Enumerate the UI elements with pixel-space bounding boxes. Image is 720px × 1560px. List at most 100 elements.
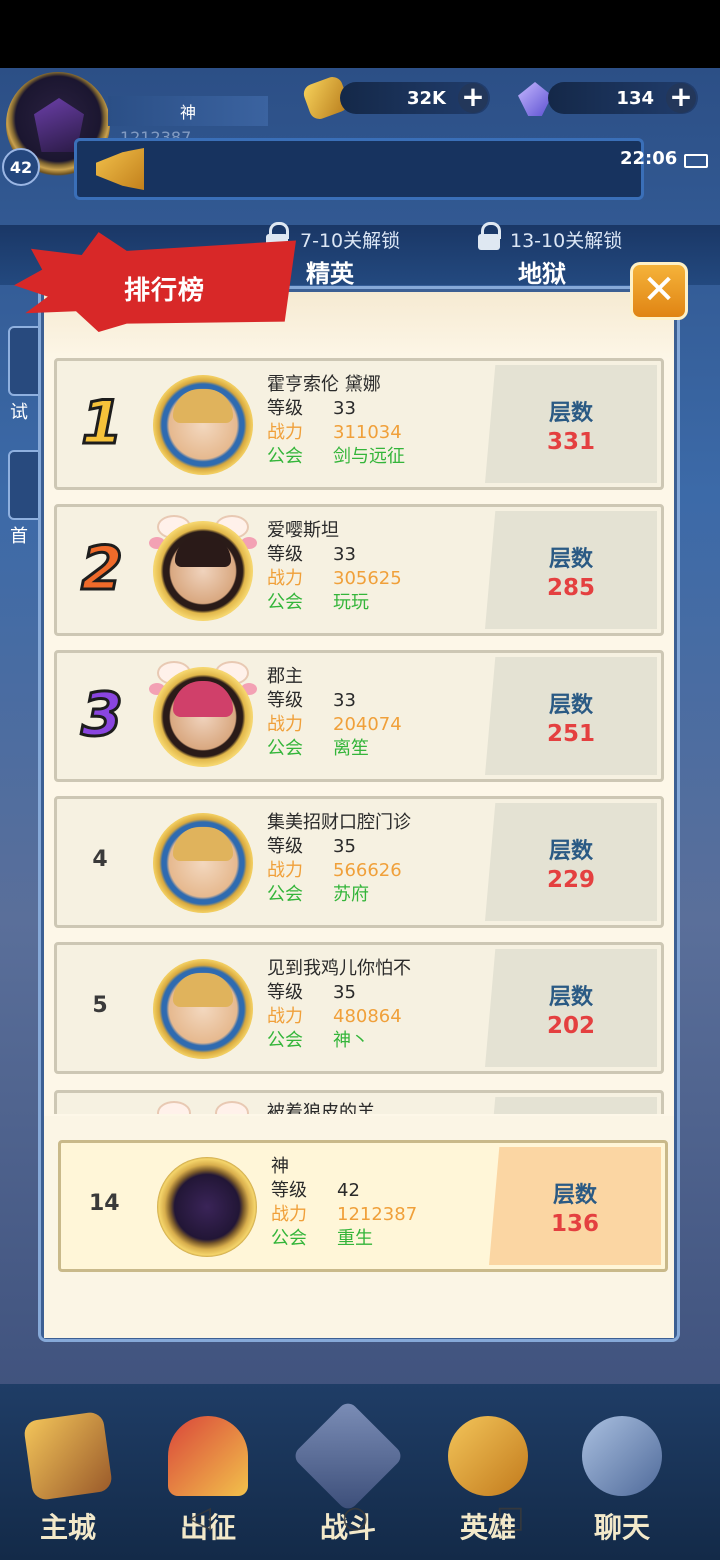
floors-value: 251 <box>546 721 595 747</box>
rank-3-medal: 3 <box>80 680 125 750</box>
nav-heroes[interactable]: 英雄 <box>428 1400 548 1550</box>
power-label: 战力 <box>267 714 303 735</box>
guild-label: 公会 <box>267 446 303 467</box>
clock: 22:06 <box>620 148 678 169</box>
hell-mode-tab[interactable]: 地狱 <box>518 254 566 289</box>
list-scroll-clip[interactable]: 被着狼皮的羊 <box>54 1090 664 1114</box>
floors-label: 层数 <box>548 839 593 864</box>
rank-2-medal: 2 <box>80 534 125 604</box>
floors-box: 层数 229 <box>485 803 657 921</box>
status-bar <box>0 0 720 68</box>
player-name: 被着狼皮的羊 <box>267 1102 375 1114</box>
player-name: 神 <box>108 96 268 126</box>
helmet-icon <box>448 1416 528 1496</box>
power-label: 战力 <box>271 1204 307 1225</box>
rank-row-5[interactable]: 5 见到我鸡儿你怕不 等级 35 战力 480864 公会 神丶 层数 202 <box>54 942 664 1074</box>
close-button[interactable]: ✕ <box>630 262 688 320</box>
add-gem-button[interactable]: + <box>666 83 696 113</box>
power-value: 204074 <box>333 714 402 735</box>
floors-label: 层数 <box>548 547 593 572</box>
level-value: 33 <box>333 544 356 565</box>
knight-portrait <box>157 1157 257 1257</box>
hero-portrait <box>153 375 253 475</box>
power-value: 566626 <box>333 860 402 881</box>
floors-label: 层数 <box>548 401 593 426</box>
floors-label: 层数 <box>548 693 593 718</box>
nav-chat-label: 聊天 <box>593 1511 650 1544</box>
nav-main-city-label: 主城 <box>39 1511 96 1544</box>
level-value: 33 <box>333 398 356 419</box>
rank-number: 5 <box>92 993 108 1018</box>
guild-value: 离笙 <box>333 738 369 759</box>
system-home-icon[interactable]: ○ <box>342 1500 368 1535</box>
power-value: 480864 <box>333 1006 402 1027</box>
system-recents-icon[interactable]: □ <box>496 1500 524 1535</box>
level-label: 等级 <box>271 1180 307 1201</box>
floors-value: 285 <box>546 575 595 601</box>
floors-box: 层数 285 <box>485 511 657 629</box>
self-rank-row[interactable]: 14 神 等级 42 战力 1212387 公会 重生 层数 136 <box>58 1140 668 1272</box>
player-name: 集美招财口腔门诊 <box>267 812 411 833</box>
level-label: 等级 <box>267 836 303 857</box>
gold-amount: 32K <box>407 87 446 109</box>
chat-bubble-icon <box>582 1416 662 1496</box>
battery-icon <box>684 154 708 168</box>
guild-label: 公会 <box>267 884 303 905</box>
system-back-icon[interactable]: ◁ <box>188 1500 211 1535</box>
guild-label: 公会 <box>271 1228 307 1249</box>
nav-main-city[interactable]: 主城 <box>8 1400 128 1550</box>
hell-unlock-hint: 13-10关解锁 <box>510 230 623 252</box>
add-gold-button[interactable]: + <box>458 83 488 113</box>
level-label: 等级 <box>267 398 303 419</box>
guild-value: 苏府 <box>333 884 369 905</box>
announcement-bar[interactable] <box>74 138 644 200</box>
player-name: 见到我鸡儿你怕不 <box>267 958 411 979</box>
floors-box: 层数 251 <box>485 657 657 775</box>
self-player-name: 神 <box>271 1156 289 1177</box>
floors-box <box>485 1097 657 1114</box>
ship-icon <box>168 1416 248 1496</box>
leaderboard-title: 排行榜 <box>124 276 206 306</box>
level-value: 35 <box>333 982 356 1003</box>
elite-unlock-hint: 7-10关解锁 <box>300 230 401 252</box>
self-rank-number: 14 <box>89 1191 120 1216</box>
power-label: 战力 <box>267 860 303 881</box>
power-value: 305625 <box>333 568 402 589</box>
power-value: 311034 <box>333 422 402 443</box>
player-name: 霍亨索伦 黛娜 <box>267 374 381 395</box>
hero-portrait <box>153 959 253 1059</box>
floors-box: 层数 202 <box>485 949 657 1067</box>
level-value: 35 <box>333 836 356 857</box>
level-value: 42 <box>337 1180 360 1201</box>
gem-counter: 134 + <box>548 82 698 114</box>
guild-label: 公会 <box>267 1030 303 1051</box>
bunny-ears-decoration <box>153 1101 253 1114</box>
guild-value: 剑与远征 <box>333 446 405 467</box>
level-value: 33 <box>333 690 356 711</box>
hero-portrait <box>153 667 253 767</box>
guild-label: 公会 <box>267 592 303 613</box>
rank-row-3[interactable]: 3 郡主 等级 33 战力 204074 公会 离笙 层数 251 <box>54 650 664 782</box>
rank-row-1[interactable]: 1 霍亨索伦 黛娜 等级 33 战力 311034 公会 剑与远征 层数 331 <box>54 358 664 490</box>
hero-portrait <box>153 521 253 621</box>
floors-label: 层数 <box>552 1183 597 1208</box>
lock-icon <box>478 222 501 252</box>
guild-value: 玩玩 <box>333 592 369 613</box>
guild-value: 神丶 <box>333 1030 369 1051</box>
gold-counter: 32K + <box>340 82 490 114</box>
floors-box: 层数 331 <box>485 365 657 483</box>
nav-chat[interactable]: 聊天 <box>562 1400 682 1550</box>
floors-value: 229 <box>546 867 595 893</box>
elite-mode-tab[interactable]: 精英 <box>306 254 354 289</box>
level-label: 等级 <box>267 982 303 1003</box>
rank-row-6[interactable]: 被着狼皮的羊 <box>54 1090 664 1114</box>
power-value: 1212387 <box>337 1204 418 1225</box>
rank-row-4[interactable]: 4 集美招财口腔门诊 等级 35 战力 566626 公会 苏府 层数 229 <box>54 796 664 928</box>
gem-amount: 134 <box>616 87 654 109</box>
power-label: 战力 <box>267 568 303 589</box>
floors-value: 331 <box>546 429 595 455</box>
floors-label: 层数 <box>548 985 593 1010</box>
nav-heroes-label: 英雄 <box>459 1511 516 1544</box>
floors-box: 层数 136 <box>489 1147 661 1265</box>
rank-row-2[interactable]: 2 爱嘤斯坦 等级 33 战力 305625 公会 玩玩 层数 285 <box>54 504 664 636</box>
